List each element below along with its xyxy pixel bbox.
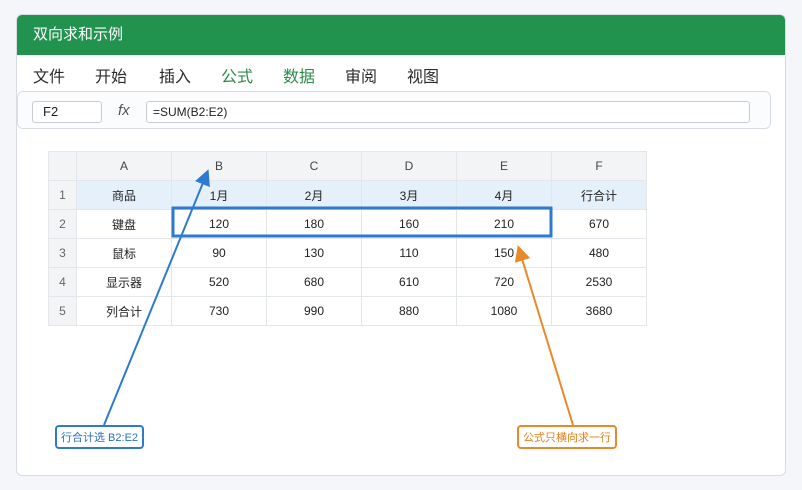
blue-arrow (103, 169, 210, 426)
formula-note-annotation: 公式只横向求一行 (517, 425, 617, 449)
annotation-overlay (103, 169, 574, 426)
orange-arrow (514, 245, 574, 426)
spreadsheet-window: 双向求和示例 文件 开始 插入 公式 数据 审阅 视图 F2 fx =SUM(B… (16, 14, 786, 476)
row-sum-annotation: 行合计选 B2:E2 (55, 425, 145, 449)
selection-highlight-b2-e2 (171, 206, 553, 238)
